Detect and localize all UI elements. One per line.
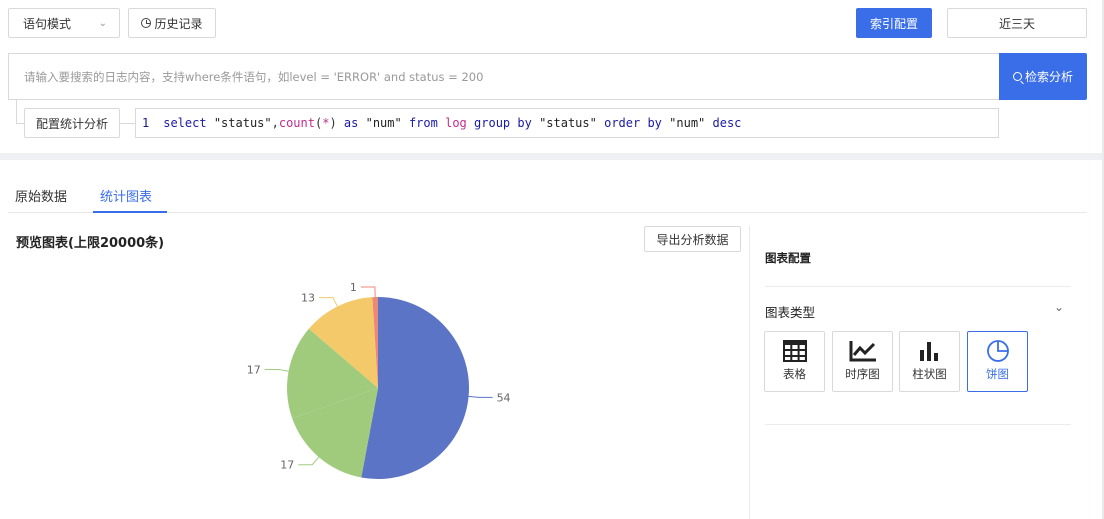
bar-chart-icon xyxy=(919,342,938,361)
pie-label-line xyxy=(264,368,289,372)
sql-token: "status" xyxy=(213,116,272,130)
pie-label-line xyxy=(468,395,493,398)
time-range-select[interactable]: 近三天 xyxy=(947,8,1087,38)
sql-token: as xyxy=(343,116,359,130)
search-placeholder: 请输入要搜索的日志内容，支持where条件语句，如level = 'ERROR'… xyxy=(24,69,484,84)
pie-data-label: 17 xyxy=(280,459,294,472)
pie-data-label: 1 xyxy=(350,281,357,294)
chart-type-label-table: 表格 xyxy=(783,367,806,381)
pie-data-label: 17 xyxy=(247,363,261,376)
tree-connector xyxy=(16,100,17,124)
chart-type-label-pie: 饼图 xyxy=(986,367,1009,381)
chart-config-title: 图表配置 xyxy=(765,251,811,265)
clock-icon xyxy=(141,18,152,28)
tab-stat-chart[interactable]: 统计图表 xyxy=(100,186,152,205)
pie-chart-icon xyxy=(986,340,1009,362)
pie-data-label: 13 xyxy=(301,292,315,305)
sql-editor[interactable]: 1 select "status",count(*) as "num" from… xyxy=(135,108,999,138)
sql-token: "status" xyxy=(539,116,597,130)
chart-type-line[interactable]: 时序图 xyxy=(832,331,893,392)
chart-type-label: 图表类型 xyxy=(765,305,816,320)
chart-type-label-line: 时序图 xyxy=(845,367,880,381)
divider xyxy=(765,286,1071,287)
sql-token: log xyxy=(445,116,467,130)
history-button-label: 历史记录 xyxy=(154,16,203,31)
sql-token: ) xyxy=(329,116,344,130)
mode-select-label: 语句模式 xyxy=(23,16,72,31)
sql-token: desc xyxy=(712,116,742,130)
index-config-button[interactable]: 索引配置 xyxy=(856,8,932,38)
search-input[interactable]: 请输入要搜索的日志内容，支持where条件语句，如level = 'ERROR'… xyxy=(8,53,999,100)
chevron-down-icon[interactable]: ⌄ xyxy=(1054,300,1064,314)
config-analysis-button[interactable]: 配置统计分析 xyxy=(24,108,120,138)
search-button-label: 检索分析 xyxy=(1024,70,1073,84)
chart-type-pie[interactable]: 饼图 xyxy=(967,331,1028,392)
result-tabs: 原始数据 统计图表 xyxy=(8,168,1087,213)
pie-chart: 54 17 17 13 1 xyxy=(247,281,511,479)
query-toolbar: 语句模式 ⌄ 历史记录 索引配置 近三天 请输入要搜索的日志内容，支持where… xyxy=(0,0,1104,155)
line-number: 1 xyxy=(142,116,150,130)
sql-token: "num" xyxy=(669,116,706,130)
export-data-button[interactable]: 导出分析数据 xyxy=(644,226,741,252)
pie-data-label: 54 xyxy=(497,391,511,404)
pie-label-line xyxy=(360,286,376,298)
tree-connector xyxy=(16,123,24,124)
sql-token: from xyxy=(408,116,438,130)
panel-divider xyxy=(749,226,750,519)
sql-token: by xyxy=(517,116,532,130)
line-chart-icon xyxy=(849,341,876,362)
search-icon xyxy=(1012,72,1022,81)
search-analyze-button[interactable]: 检索分析 xyxy=(999,53,1087,100)
table-icon xyxy=(782,340,807,362)
history-button[interactable]: 历史记录 xyxy=(128,8,216,38)
mode-select[interactable]: 语句模式 ⌄ xyxy=(8,8,120,38)
active-tab-indicator xyxy=(93,211,167,213)
sql-token: group xyxy=(474,116,511,130)
sql-token: count xyxy=(278,116,315,130)
chart-type-table[interactable]: 表格 xyxy=(764,331,825,392)
sql-token: order xyxy=(604,116,641,130)
sql-token: by xyxy=(647,116,662,130)
pie-label-line xyxy=(318,297,338,307)
preview-title: 预览图表(上限20000条) xyxy=(16,236,165,251)
sql-token: , xyxy=(271,116,279,130)
sql-code-line: select "status",count(*) as "num" from l… xyxy=(163,116,741,130)
tab-raw-data[interactable]: 原始数据 xyxy=(15,186,67,205)
tree-connector xyxy=(120,123,135,124)
chevron-down-icon: ⌄ xyxy=(98,17,107,29)
section-divider xyxy=(0,153,1104,160)
pie-label-line xyxy=(298,456,320,466)
chart-type-bar[interactable]: 柱状图 xyxy=(899,331,960,392)
sql-token: "num" xyxy=(365,116,402,130)
chart-type-label-bar: 柱状图 xyxy=(912,367,947,381)
sql-token: select xyxy=(163,116,207,130)
divider xyxy=(765,424,1071,425)
